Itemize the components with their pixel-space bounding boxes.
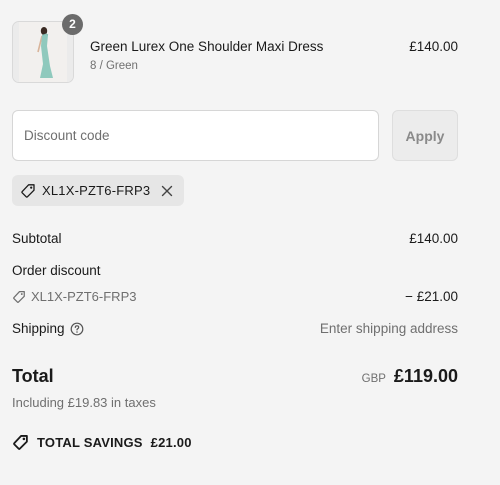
- savings-label: TOTAL SAVINGS: [37, 435, 143, 450]
- total-label: Total: [12, 366, 54, 386]
- taxes-note: Including £19.83 in taxes: [12, 395, 156, 410]
- applied-discount-code: XL1X-PZT6-FRP3: [42, 183, 151, 198]
- subtotal-value: £140.00: [409, 231, 458, 246]
- tag-icon: [12, 290, 26, 304]
- total-value-group: GBP £119.00: [362, 366, 458, 387]
- order-discount-label: Order discount: [12, 263, 101, 278]
- order-discount-value: − £21.00: [405, 289, 458, 304]
- product-price: £140.00: [409, 39, 458, 54]
- currency-code: GBP: [361, 373, 386, 385]
- close-icon[interactable]: [160, 184, 174, 198]
- tag-icon: [12, 434, 29, 451]
- apply-button[interactable]: Apply: [392, 110, 458, 161]
- order-discount-code: XL1X-PZT6-FRP3: [31, 289, 137, 304]
- savings-value: £21.00: [150, 435, 192, 450]
- question-circle-icon[interactable]: [70, 322, 84, 336]
- shipping-value: Enter shipping address: [319, 321, 458, 336]
- line-item: 2 Green Lurex One Shoulder Maxi Dress 8 …: [12, 14, 458, 87]
- product-name: Green Lurex One Shoulder Maxi Dress: [90, 39, 324, 54]
- total-savings: TOTAL SAVINGS £21.00: [12, 434, 192, 451]
- tag-icon: [20, 183, 36, 199]
- discount-code-input[interactable]: [12, 110, 379, 161]
- shipping-label: Shipping: [12, 321, 65, 336]
- quantity-badge: 2: [62, 14, 83, 35]
- applied-discount-chip: XL1X-PZT6-FRP3: [12, 175, 185, 206]
- product-variant: 8 / Green: [90, 60, 138, 72]
- discount-form: Apply: [12, 110, 458, 161]
- subtotal-label: Subtotal: [12, 231, 62, 246]
- total-value: £119.00: [393, 366, 458, 386]
